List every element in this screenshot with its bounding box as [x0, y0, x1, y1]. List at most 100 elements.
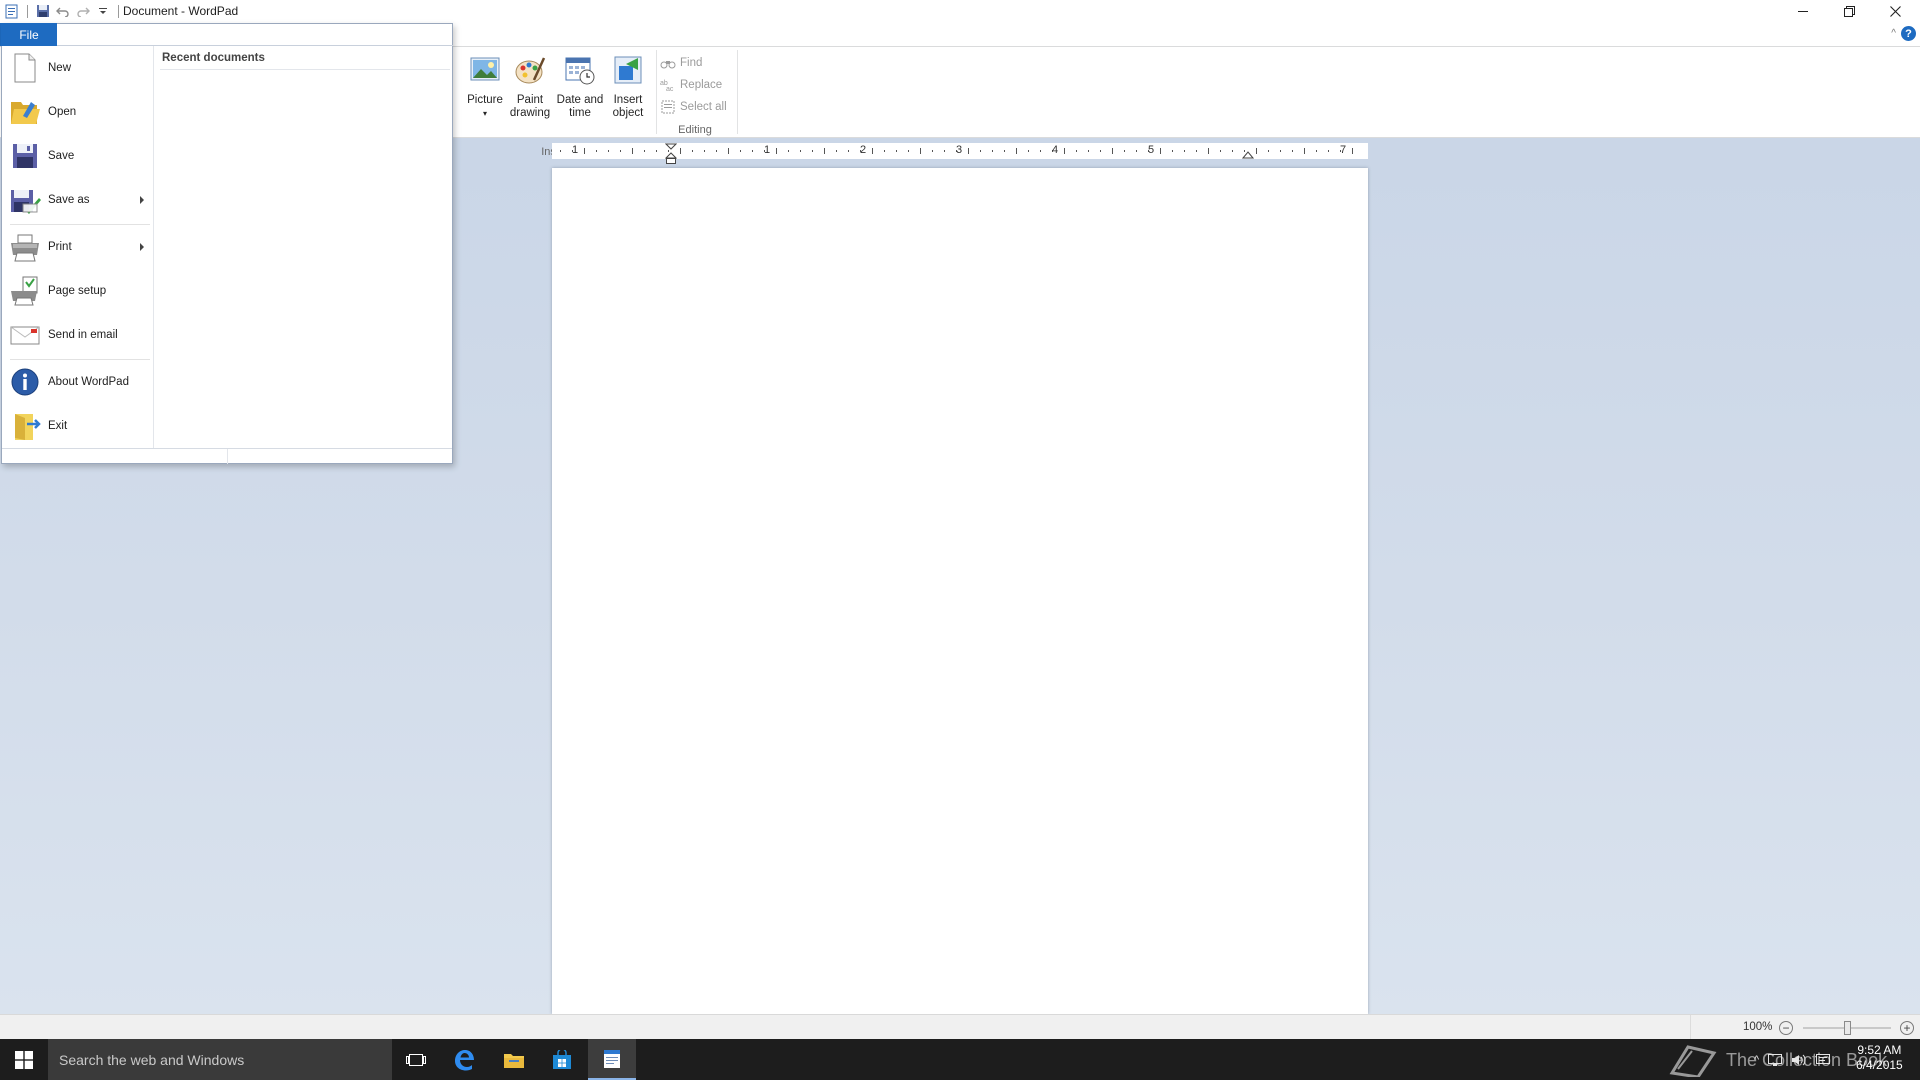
- zoom-out-button[interactable]: −: [1779, 1021, 1793, 1035]
- menu-item-about-wordpad[interactable]: About WordPad: [2, 360, 153, 404]
- menu-item-save-as[interactable]: Save as: [2, 178, 153, 222]
- ruler-tick: [824, 148, 825, 154]
- insert-object-icon: [614, 56, 642, 84]
- ruler-tick: [1076, 150, 1077, 152]
- ruler-tick: [800, 150, 801, 152]
- ruler-tick: [1136, 150, 1137, 152]
- right-indent-marker-icon[interactable]: [1242, 143, 1254, 159]
- menu-item-label: Print: [48, 241, 72, 253]
- indent-marker-icon[interactable]: [665, 143, 677, 165]
- select-all-button[interactable]: Select all: [660, 96, 740, 118]
- show-hidden-icons-icon[interactable]: ^: [1754, 1054, 1759, 1066]
- menu-item-exit[interactable]: Exit: [2, 404, 153, 448]
- binoculars-icon: [660, 61, 676, 69]
- ruler-tick: [1064, 148, 1065, 154]
- ruler-tick: [1232, 150, 1233, 152]
- zoom-level: 100%: [1743, 1021, 1773, 1033]
- menu-item-send-in-email[interactable]: Send in email: [2, 313, 153, 357]
- ruler-tick: [836, 150, 837, 152]
- ruler-tick: [584, 148, 585, 154]
- volume-icon[interactable]: [1791, 1053, 1807, 1067]
- close-button[interactable]: [1872, 0, 1918, 22]
- paint-drawing-icon: [515, 57, 546, 84]
- customize-qat-icon[interactable]: [93, 2, 113, 20]
- menu-item-page-setup[interactable]: Page setup: [2, 269, 153, 313]
- paint-drawing-label-1: Paint: [516, 94, 544, 106]
- ruler-tick: [1256, 148, 1257, 154]
- zoom-slider-thumb[interactable]: [1844, 1021, 1851, 1035]
- clock[interactable]: 9:52 AM 6/4/2015: [1856, 1043, 1903, 1073]
- save-as-icon: [11, 190, 41, 214]
- ruler-tick: [908, 150, 909, 152]
- wordpad-app-icon[interactable]: [2, 2, 22, 20]
- menu-item-save[interactable]: Save: [2, 134, 153, 178]
- ruler-tick: [1016, 148, 1017, 154]
- ruler-tick: [656, 150, 657, 152]
- wordpad-icon: [604, 1049, 620, 1068]
- zoom-in-button[interactable]: +: [1900, 1021, 1914, 1035]
- search-input[interactable]: Search the web and Windows: [48, 1039, 392, 1080]
- clock-time: 9:52 AM: [1857, 1043, 1902, 1057]
- qat-separator: [27, 4, 28, 18]
- picture-button[interactable]: Picture ▾: [460, 52, 510, 120]
- picture-dropdown-arrow: ▾: [482, 109, 487, 118]
- file-explorer-button[interactable]: [490, 1039, 538, 1080]
- file-menu-tab[interactable]: File: [1, 23, 57, 46]
- menu-item-print[interactable]: Print: [2, 225, 153, 269]
- ruler-tick: [620, 150, 621, 152]
- info-icon: [11, 368, 39, 396]
- paint-drawing-button[interactable]: Paint drawing: [505, 52, 555, 120]
- footer-divider: [227, 449, 228, 464]
- store-icon: [553, 1049, 571, 1069]
- start-button[interactable]: [0, 1039, 48, 1080]
- action-center-icon[interactable]: [1815, 1053, 1831, 1067]
- ruler-tick: [1208, 148, 1209, 154]
- ruler-tick: [1100, 150, 1101, 152]
- file-menu-footer: [2, 448, 452, 464]
- collapse-ribbon-icon[interactable]: ^: [1891, 28, 1896, 39]
- ruler[interactable]: 1 1 2 3 4 5 7: [552, 143, 1368, 164]
- minimize-button[interactable]: [1780, 0, 1826, 22]
- undo-icon[interactable]: [53, 2, 73, 20]
- ruler-tick: [1280, 150, 1281, 152]
- minimize-icon: [1798, 11, 1808, 12]
- help-icon[interactable]: ?: [1901, 26, 1916, 41]
- title-bar: Document - WordPad: [0, 0, 1920, 22]
- ruler-number: 1: [571, 144, 579, 156]
- system-tray: ^: [1754, 1039, 1831, 1080]
- redo-icon[interactable]: [73, 2, 93, 20]
- ruler-tick: [608, 150, 609, 152]
- replace-button[interactable]: ab ac Replace: [660, 74, 740, 96]
- status-divider: [1690, 1015, 1691, 1040]
- menu-item-new[interactable]: New: [2, 46, 153, 90]
- find-button[interactable]: Find: [660, 52, 740, 74]
- menu-item-label: New: [48, 62, 72, 74]
- ruler-tick: [716, 150, 717, 152]
- ruler-tick: [728, 148, 729, 154]
- find-label: Find: [680, 57, 703, 69]
- save-icon[interactable]: [33, 2, 53, 20]
- ruler-tick: [848, 150, 849, 152]
- select-all-icon: [661, 100, 675, 114]
- ruler-tick: [1352, 148, 1353, 154]
- ruler-tick: [1328, 150, 1329, 152]
- recent-documents-divider: [160, 69, 450, 70]
- wordpad-taskbar-button[interactable]: [588, 1039, 636, 1080]
- menu-item-open[interactable]: Open: [2, 90, 153, 134]
- menu-item-label: Exit: [48, 420, 68, 432]
- menu-item-label: Save as: [48, 194, 90, 206]
- edge-button[interactable]: [440, 1039, 488, 1080]
- ruler-tick: [920, 148, 921, 154]
- ruler-tick: [1316, 150, 1317, 152]
- insert-object-button[interactable]: Insert object: [603, 52, 653, 120]
- picture-icon: [470, 57, 500, 81]
- network-icon[interactable]: [1767, 1053, 1783, 1067]
- submenu-arrow-icon: [140, 243, 144, 251]
- print-icon: [11, 234, 39, 262]
- date-time-button[interactable]: Date and time: [555, 52, 605, 120]
- task-view-button[interactable]: [392, 1039, 440, 1080]
- restore-button[interactable]: [1826, 0, 1872, 22]
- ruler-number: 7: [1339, 144, 1347, 156]
- store-button[interactable]: [538, 1039, 586, 1080]
- document-page[interactable]: [552, 168, 1368, 1014]
